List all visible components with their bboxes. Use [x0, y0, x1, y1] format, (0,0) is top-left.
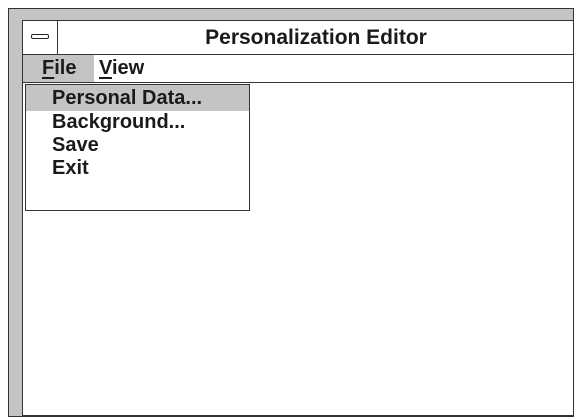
menu-view-mnemonic: V: [99, 57, 112, 79]
application-window: Personalization Editor File View Persona…: [8, 8, 574, 417]
menu-item-save[interactable]: Save: [26, 134, 249, 157]
system-menu-icon: [31, 34, 49, 39]
system-menu-button[interactable]: [23, 21, 58, 54]
file-menu-dropdown: Personal Data... Background... Save Exit: [25, 84, 250, 211]
menu-file-mnemonic: F: [42, 57, 55, 79]
menu-file-label: ile: [54, 57, 77, 79]
title-bar[interactable]: Personalization Editor: [23, 21, 573, 55]
menu-file[interactable]: File: [23, 55, 94, 82]
menu-item-personal-data[interactable]: Personal Data...: [26, 85, 249, 111]
window-client-area: Personalization Editor File View Persona…: [22, 20, 573, 416]
menu-bar: File View: [23, 55, 573, 83]
menu-item-exit[interactable]: Exit: [26, 157, 249, 180]
menu-view-label: iew: [111, 57, 145, 79]
window-title: Personalization Editor: [205, 26, 427, 49]
menu-view[interactable]: View: [98, 55, 144, 82]
menu-item-background[interactable]: Background...: [26, 111, 249, 134]
